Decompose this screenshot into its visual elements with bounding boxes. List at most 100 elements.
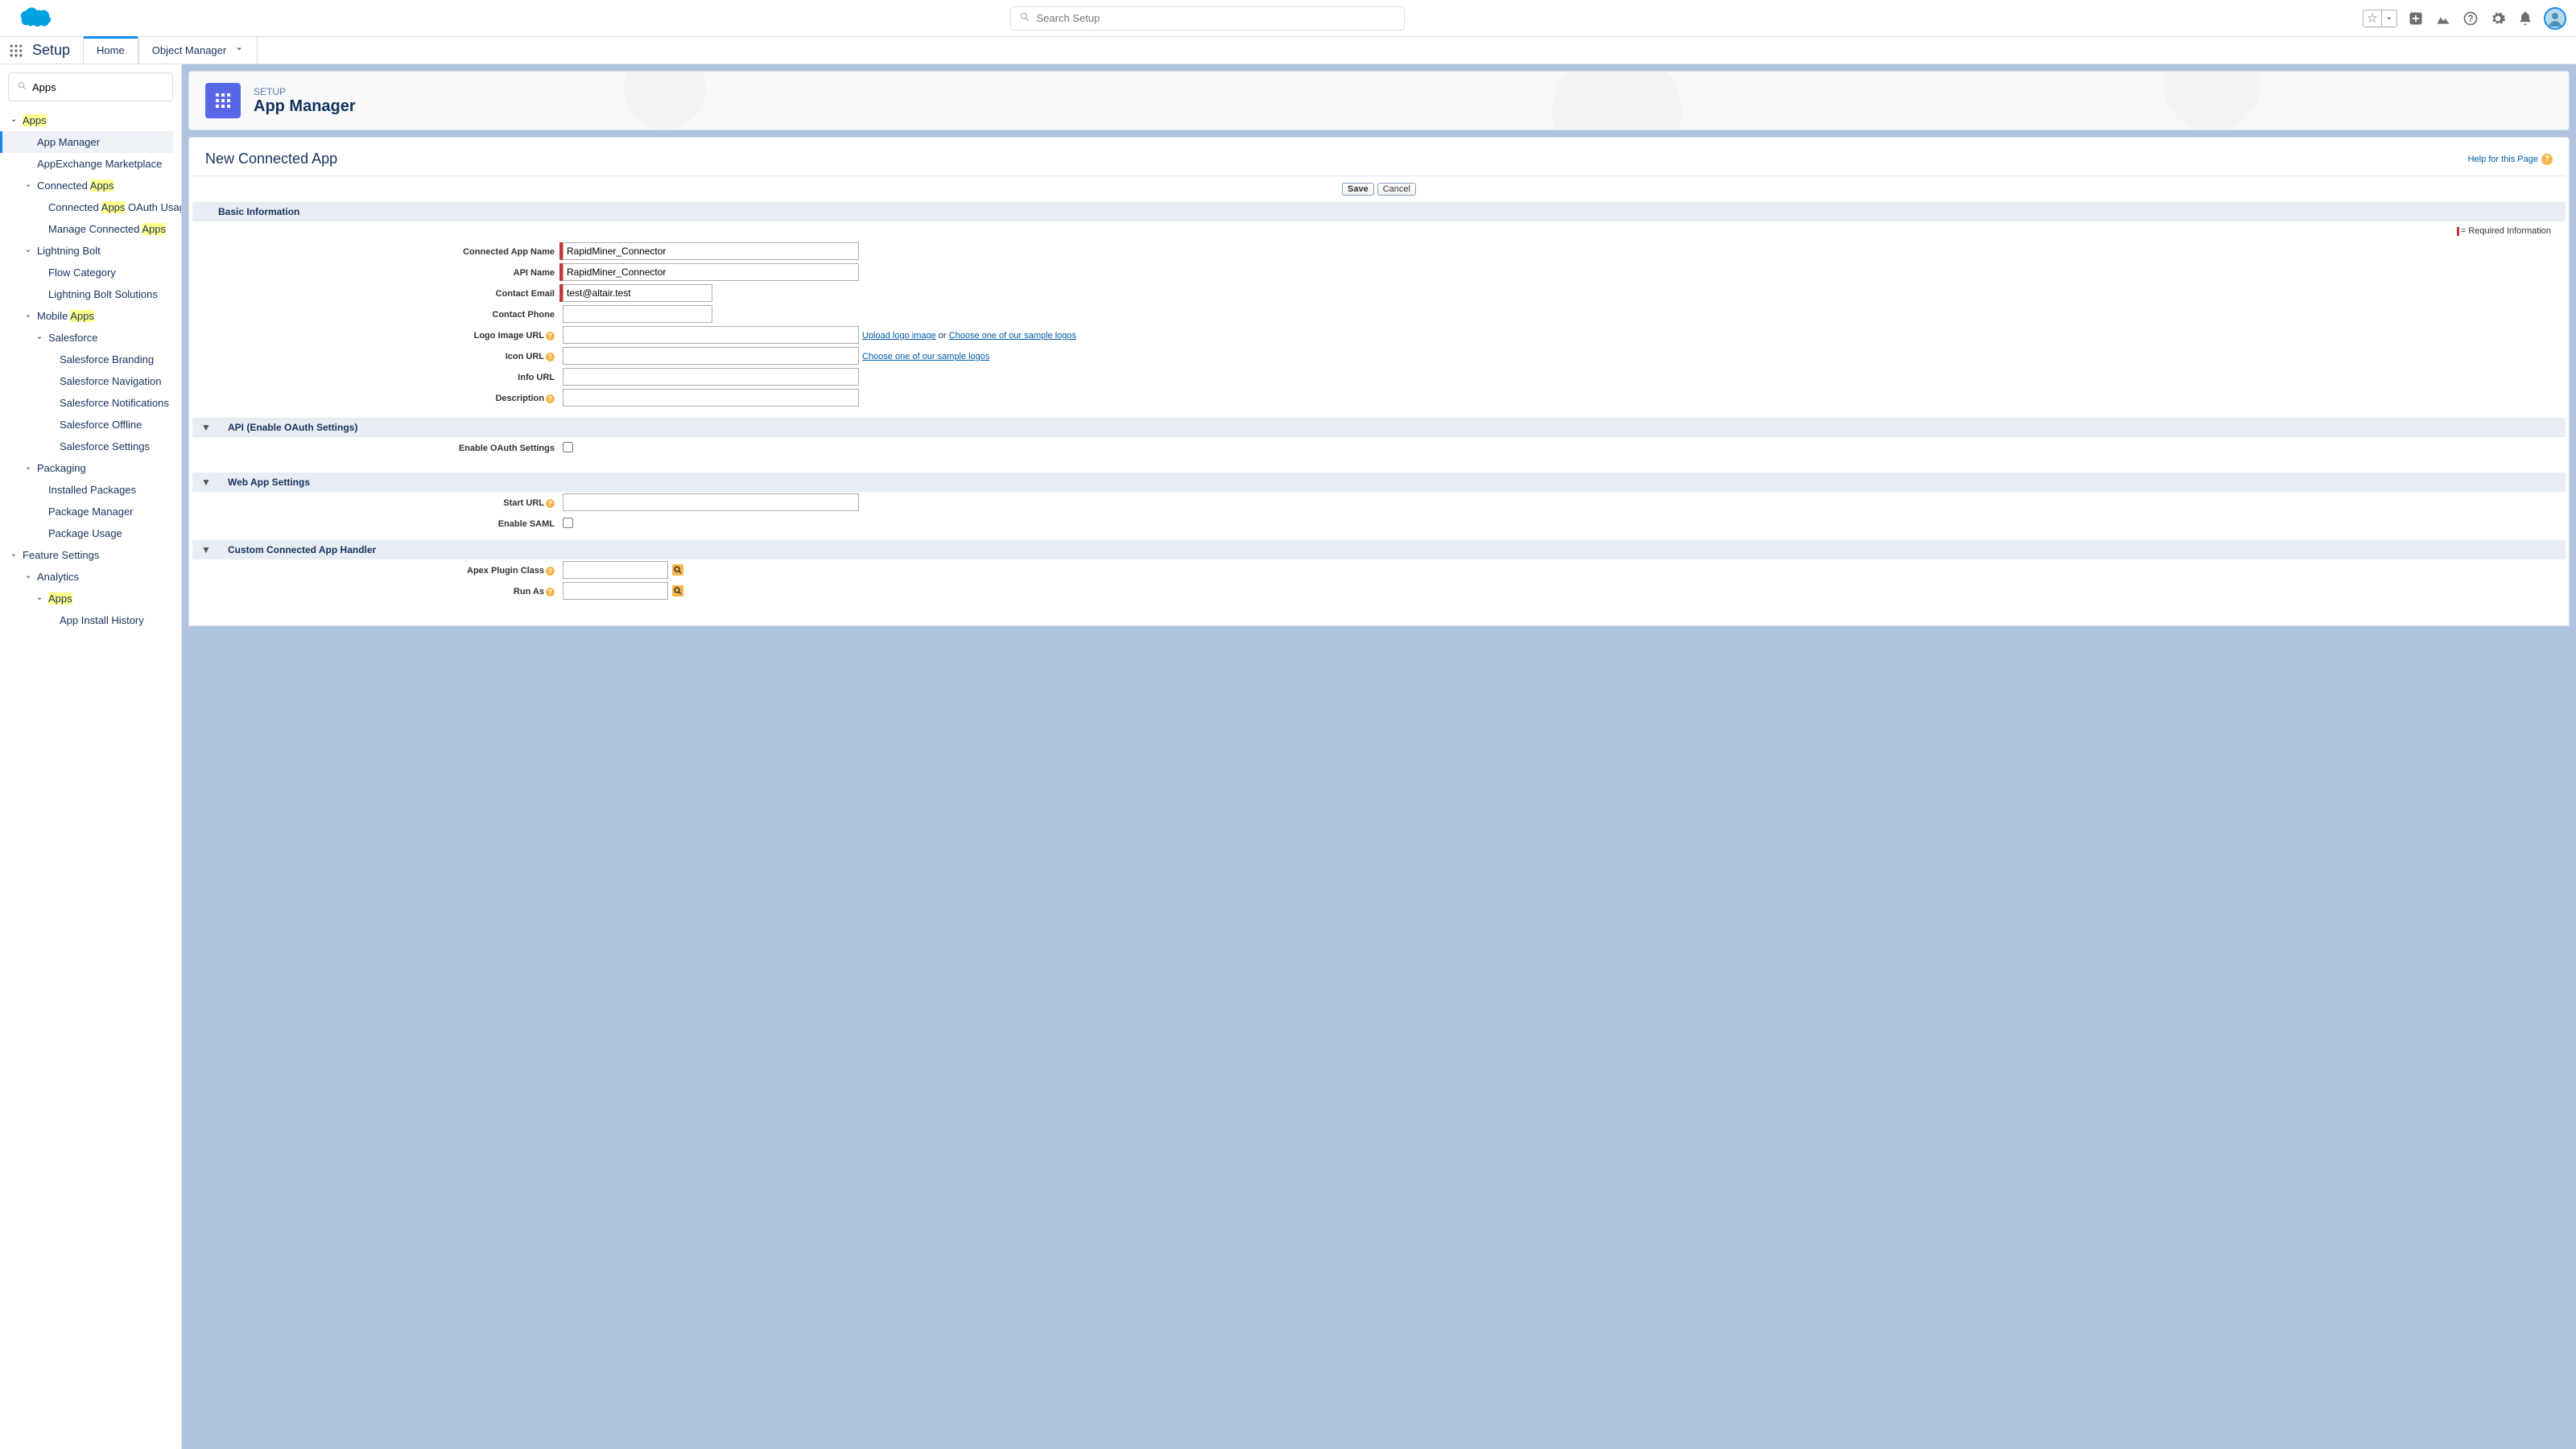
tree-item-package-manager[interactable]: Package Manager	[8, 501, 173, 522]
global-search-box[interactable]	[1010, 6, 1405, 31]
section-basic-information: Basic Information	[192, 202, 2566, 221]
input-description[interactable]	[563, 389, 859, 407]
global-search-input[interactable]	[1037, 12, 1396, 24]
section-web-app-settings[interactable]: ▼ Web App Settings	[192, 473, 2566, 492]
tab-object-manager[interactable]: Object Manager	[138, 37, 258, 64]
cancel-button[interactable]: Cancel	[1377, 183, 1416, 196]
label-enable-saml: Enable SAML	[189, 514, 559, 529]
nav-app-name: Setup	[32, 42, 70, 59]
label-contact-phone: Contact Phone	[189, 305, 559, 320]
label-info-url: Info URL	[189, 368, 559, 382]
tree-item-flow-category[interactable]: Flow Category	[8, 262, 173, 283]
salesforce-logo[interactable]	[10, 2, 52, 34]
label-start-url: Start URL?	[189, 493, 559, 508]
app-launcher-icon[interactable]	[0, 43, 32, 59]
gear-icon[interactable]	[2489, 10, 2507, 27]
label-apex-plugin-class: Apex Plugin Class?	[189, 561, 559, 576]
help-for-page-link[interactable]: Help for this Page ?	[2468, 154, 2553, 165]
tree-item-appexchange[interactable]: AppExchange Marketplace	[8, 153, 173, 175]
input-connected-app-name[interactable]	[563, 242, 859, 260]
chevron-down-icon	[23, 246, 34, 257]
label-connected-app-name: Connected App Name	[189, 242, 559, 257]
chevron-down-icon	[8, 550, 19, 561]
tree-item-sf-navigation[interactable]: Salesforce Navigation	[8, 370, 173, 392]
bell-icon[interactable]	[2516, 10, 2534, 27]
chevron-down-icon	[23, 463, 34, 474]
tree-node-analytics-apps[interactable]: Apps	[8, 588, 173, 609]
input-info-url[interactable]	[563, 368, 859, 386]
chevron-down-icon	[34, 593, 45, 605]
label-run-as: Run As?	[189, 582, 559, 597]
tree-item-sf-branding[interactable]: Salesforce Branding	[8, 349, 173, 370]
chevron-down-icon	[34, 332, 45, 344]
tree-node-lightning-bolt[interactable]: Lightning Bolt	[8, 240, 173, 262]
caret-down-icon: ▼	[199, 422, 213, 433]
tree-item-app-install-history[interactable]: App Install History	[8, 609, 173, 631]
app-manager-icon	[205, 83, 241, 118]
sample-icons-link[interactable]: Choose one of our sample logos	[862, 352, 989, 361]
input-contact-phone[interactable]	[563, 305, 712, 323]
tree-item-installed-packages[interactable]: Installed Packages	[8, 479, 173, 501]
tree-item-sf-offline[interactable]: Salesforce Offline	[8, 414, 173, 436]
tree-item-app-manager[interactable]: App Manager	[0, 131, 173, 153]
tree-item-sf-notifications[interactable]: Salesforce Notifications	[8, 392, 173, 414]
tree-item-manage-connected-apps[interactable]: Manage Connected Apps	[8, 218, 173, 240]
input-icon-url[interactable]	[563, 347, 859, 365]
tree-node-mobile-apps[interactable]: Mobile Apps	[8, 305, 173, 327]
header-actions: ?	[2363, 7, 2566, 30]
page-banner: SETUP App Manager	[188, 71, 2570, 130]
favorites-toggle[interactable]	[2363, 10, 2397, 27]
context-nav-bar: Setup Home Object Manager	[0, 37, 2576, 64]
caret-down-icon: ▼	[199, 544, 213, 555]
sample-logos-link[interactable]: Choose one of our sample logos	[949, 331, 1076, 341]
form-panel: New Connected App Help for this Page ? S…	[188, 137, 2570, 626]
tree-item-package-usage[interactable]: Package Usage	[8, 522, 173, 544]
tree-item-connected-apps-oauth[interactable]: Connected Apps OAuth Usage	[8, 196, 173, 218]
chevron-down-icon	[2381, 10, 2396, 27]
search-icon	[1019, 11, 1030, 25]
tree-node-analytics[interactable]: Analytics	[8, 566, 173, 588]
label-description: Description?	[189, 389, 559, 403]
quick-find-box[interactable]	[8, 72, 173, 101]
input-start-url[interactable]	[563, 493, 859, 511]
save-button[interactable]: Save	[1342, 183, 1374, 196]
caret-down-icon: ▼	[199, 477, 213, 488]
global-header: ?	[0, 0, 2576, 37]
lookup-icon[interactable]	[671, 584, 684, 597]
banner-title: App Manager	[254, 97, 356, 116]
tree-node-packaging[interactable]: Packaging	[8, 457, 173, 479]
checkbox-enable-oauth[interactable]	[563, 442, 573, 452]
input-logo-image-url[interactable]	[563, 326, 859, 344]
chevron-down-icon	[23, 311, 34, 322]
tree-item-sf-settings[interactable]: Salesforce Settings	[8, 436, 173, 457]
section-custom-handler[interactable]: ▼ Custom Connected App Handler	[192, 540, 2566, 559]
star-icon	[2363, 10, 2381, 27]
banner-eyebrow: SETUP	[254, 86, 356, 97]
tree-node-feature-settings[interactable]: Feature Settings	[8, 544, 173, 566]
tree-node-salesforce[interactable]: Salesforce	[8, 327, 173, 349]
checkbox-enable-saml[interactable]	[563, 518, 573, 528]
help-icon[interactable]: ?	[2462, 10, 2479, 27]
user-avatar[interactable]	[2544, 7, 2566, 30]
upload-logo-link[interactable]: Upload logo image	[862, 331, 936, 341]
tree-node-apps[interactable]: Apps	[8, 109, 173, 131]
tree-item-lightning-bolt-solutions[interactable]: Lightning Bolt Solutions	[8, 283, 173, 305]
add-icon[interactable]	[2407, 10, 2425, 27]
input-apex-plugin-class[interactable]	[563, 561, 668, 579]
required-legend: = Required Information	[189, 221, 2569, 241]
svg-text:?: ?	[2467, 14, 2473, 24]
trailhead-icon[interactable]	[2434, 10, 2452, 27]
help-icon: ?	[2541, 154, 2553, 165]
input-run-as[interactable]	[563, 582, 668, 600]
input-contact-email[interactable]	[563, 284, 712, 302]
input-api-name[interactable]	[563, 263, 859, 281]
label-icon-url: Icon URL?	[189, 347, 559, 361]
chevron-down-icon	[23, 572, 34, 583]
setup-sidebar: Apps App Manager AppExchange Marketplace…	[0, 64, 182, 1449]
section-api-oauth[interactable]: ▼ API (Enable OAuth Settings)	[192, 418, 2566, 437]
page-title: New Connected App	[205, 151, 337, 167]
quick-find-input[interactable]	[32, 81, 174, 93]
tree-node-connected-apps[interactable]: Connected Apps	[8, 175, 173, 196]
lookup-icon[interactable]	[671, 564, 684, 576]
tab-home[interactable]: Home	[83, 37, 138, 64]
